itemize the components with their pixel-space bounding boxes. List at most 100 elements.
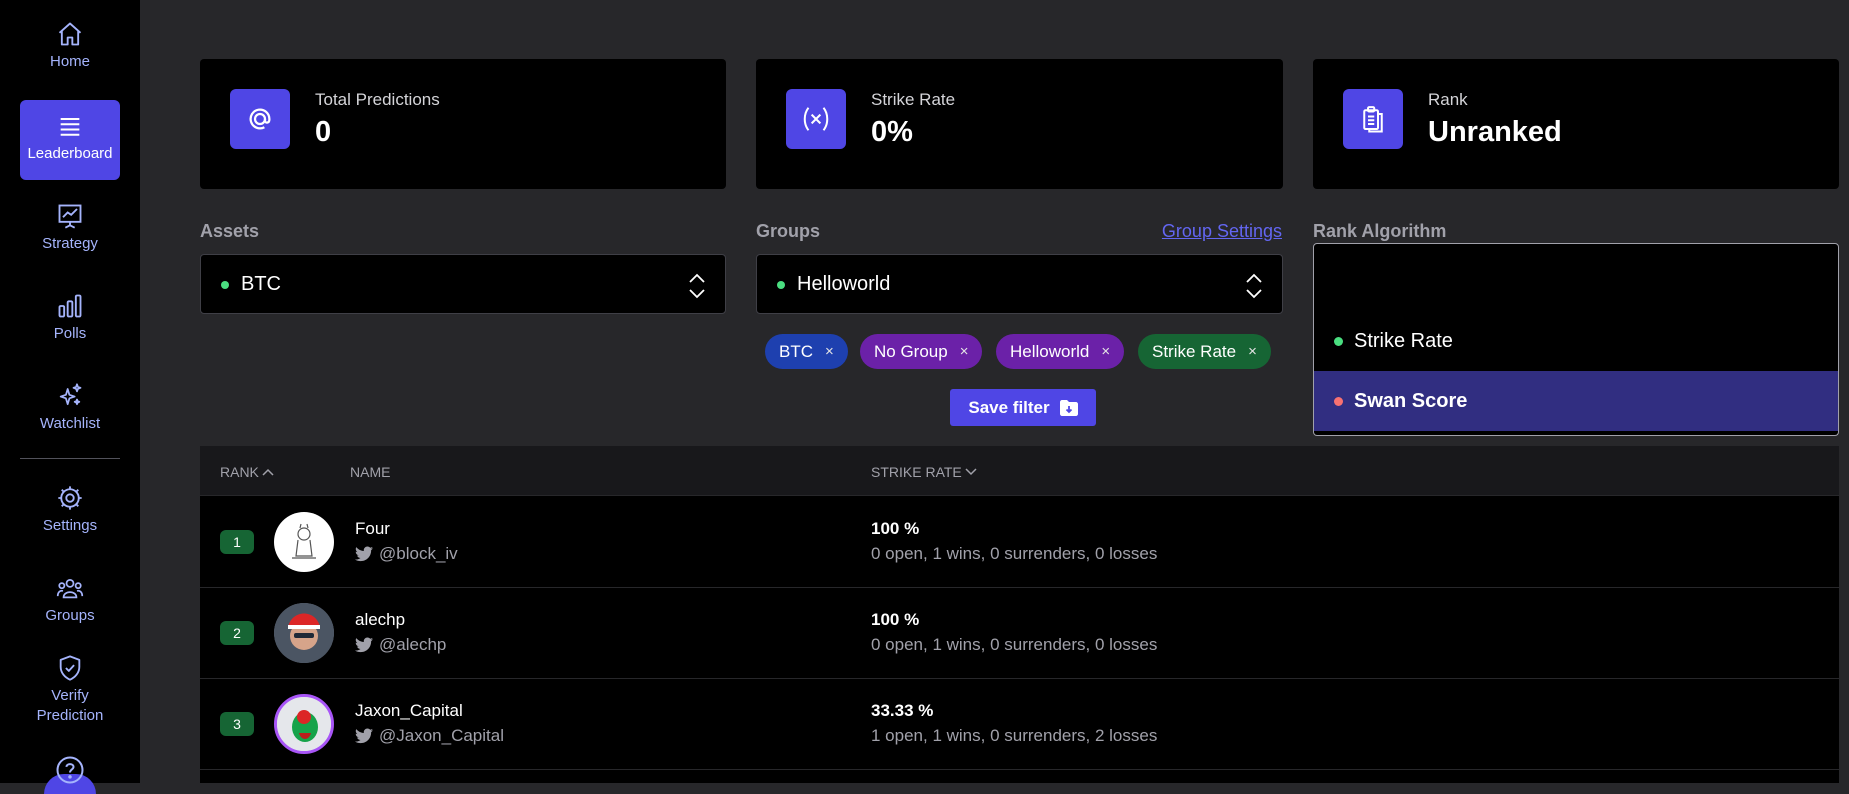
bar-chart-icon bbox=[58, 294, 82, 318]
handle-text: @Jaxon_Capital bbox=[379, 726, 504, 745]
presentation-chart-icon bbox=[58, 204, 82, 229]
filter-chip-strike-rate: Strike Rate × bbox=[1138, 334, 1271, 369]
strike-rate-label: Strike Rate bbox=[871, 90, 956, 109]
sidebar-item-label: Watchlist bbox=[39, 415, 101, 432]
selector-icon bbox=[689, 273, 705, 299]
rank-badge: 2 bbox=[220, 621, 254, 645]
option-label: Swan Score bbox=[1354, 389, 1468, 412]
sidebar: Home Leaderboard Strategy Polls Watchlis… bbox=[0, 0, 140, 794]
prediction-stats: 0 open, 1 wins, 0 surrenders, 0 losses bbox=[871, 544, 1158, 563]
save-filter-label: Save filter bbox=[968, 397, 1050, 417]
assets-select[interactable]: BTC bbox=[200, 254, 726, 314]
sidebar-item-label: Groups bbox=[45, 607, 95, 624]
rank-icon-box bbox=[1343, 89, 1403, 149]
table-header: RANK NAME STRIKE RATE bbox=[200, 446, 1839, 496]
help-icon[interactable] bbox=[55, 755, 85, 785]
menu-icon bbox=[60, 117, 80, 136]
column-label: RANK bbox=[220, 464, 259, 480]
users-icon bbox=[56, 578, 84, 599]
sidebar-item-label: Settings bbox=[42, 517, 98, 534]
table-row[interactable]: 1 Four @block_iv 100 % 0 open, 1 wins, 0… bbox=[200, 497, 1839, 588]
chip-label: No Group bbox=[874, 341, 948, 361]
rank-algorithm-label: Rank Algorithm bbox=[1313, 221, 1447, 241]
sidebar-item-verify-prediction[interactable]: Verify Prediction bbox=[20, 654, 120, 726]
remove-chip-icon[interactable]: × bbox=[960, 343, 969, 360]
group-settings-link[interactable]: Group Settings bbox=[1162, 221, 1282, 242]
user-name[interactable]: Jaxon_Capital bbox=[355, 701, 463, 721]
avatar-photo bbox=[277, 697, 331, 751]
rank-card: Rank Unranked bbox=[1313, 59, 1839, 189]
rank-badge: 3 bbox=[220, 712, 254, 736]
remove-chip-icon[interactable]: × bbox=[1101, 343, 1110, 360]
handle-text: @alechp bbox=[379, 635, 447, 654]
sidebar-item-label: Verify Prediction bbox=[36, 687, 104, 724]
rank-value: Unranked bbox=[1428, 116, 1562, 148]
rank-algorithm-option-strike-rate[interactable]: Strike Rate bbox=[1314, 311, 1838, 371]
sidebar-item-home[interactable]: Home bbox=[20, 20, 120, 72]
avatar bbox=[274, 694, 334, 754]
sidebar-item-leaderboard[interactable]: Leaderboard bbox=[20, 100, 120, 180]
total-predictions-card: Total Predictions 0 bbox=[200, 59, 726, 189]
remove-chip-icon[interactable]: × bbox=[825, 343, 834, 360]
strike-rate-column-header[interactable]: STRIKE RATE bbox=[871, 464, 977, 480]
twitter-icon bbox=[355, 546, 373, 562]
clipboard-icon bbox=[1363, 106, 1383, 133]
column-label: STRIKE RATE bbox=[871, 464, 962, 480]
variable-icon bbox=[803, 107, 829, 131]
avatar-photo bbox=[274, 603, 334, 663]
strike-rate-card: Strike Rate 0% bbox=[756, 59, 1283, 189]
user-name[interactable]: Four bbox=[355, 519, 390, 539]
remove-chip-icon[interactable]: × bbox=[1248, 343, 1257, 360]
rank-column-header[interactable]: RANK bbox=[220, 464, 274, 480]
status-dot bbox=[221, 281, 229, 289]
home-icon bbox=[58, 22, 82, 46]
filter-chip-no-group: No Group × bbox=[860, 334, 983, 369]
selector-icon bbox=[1246, 273, 1262, 299]
rank-algorithm-listbox: Strike Rate Swan Score bbox=[1313, 306, 1839, 436]
shield-check-icon bbox=[59, 655, 81, 681]
assets-select-value: BTC bbox=[241, 273, 281, 295]
sidebar-item-watchlist[interactable]: Watchlist bbox=[20, 382, 120, 434]
name-column-header: NAME bbox=[350, 464, 390, 480]
sidebar-divider bbox=[20, 458, 120, 459]
gear-icon bbox=[58, 486, 82, 510]
chip-label: Helloworld bbox=[1010, 341, 1090, 361]
folder-download-icon bbox=[1059, 399, 1078, 416]
avatar-sketch bbox=[292, 523, 316, 559]
user-handle[interactable]: @Jaxon_Capital bbox=[355, 726, 504, 746]
sparkles-icon bbox=[59, 383, 82, 406]
total-predictions-value: 0 bbox=[315, 116, 332, 148]
total-predictions-icon-box bbox=[230, 89, 290, 149]
table-row[interactable]: 3 Jaxon_Capital @Jaxon_Capital 33.33 % 1… bbox=[200, 679, 1839, 770]
filter-chip-helloworld: Helloworld × bbox=[996, 334, 1125, 369]
total-predictions-label: Total Predictions bbox=[315, 90, 440, 109]
chip-label: BTC bbox=[779, 341, 813, 361]
strike-rate-icon-box bbox=[786, 89, 846, 149]
chip-label: Strike Rate bbox=[1152, 341, 1237, 361]
strike-rate-value: 100 % bbox=[871, 610, 920, 629]
rank-algorithm-option-swan-score[interactable]: Swan Score bbox=[1314, 371, 1838, 431]
sidebar-item-settings[interactable]: Settings bbox=[20, 484, 120, 536]
avatar bbox=[274, 512, 334, 572]
user-handle[interactable]: @alechp bbox=[355, 635, 446, 655]
sidebar-item-label: Strategy bbox=[42, 235, 98, 252]
user-name[interactable]: alechp bbox=[355, 610, 405, 630]
groups-select-value: Helloworld bbox=[797, 273, 891, 295]
groups-select[interactable]: Helloworld bbox=[756, 254, 1283, 314]
sidebar-item-groups[interactable]: Groups bbox=[20, 574, 120, 626]
avatar bbox=[274, 603, 334, 663]
sidebar-item-polls[interactable]: Polls bbox=[20, 292, 120, 344]
rank-algorithm-input[interactable] bbox=[1313, 243, 1839, 307]
user-handle[interactable]: @block_iv bbox=[355, 544, 458, 564]
status-dot bbox=[1334, 397, 1343, 406]
chevron-down-icon bbox=[965, 468, 977, 476]
prediction-stats: 0 open, 1 wins, 0 surrenders, 0 losses bbox=[871, 635, 1158, 654]
handle-text: @block_iv bbox=[379, 544, 458, 563]
sidebar-item-strategy[interactable]: Strategy bbox=[20, 202, 120, 254]
prediction-stats: 1 open, 1 wins, 0 surrenders, 2 losses bbox=[871, 726, 1158, 745]
at-icon bbox=[249, 108, 271, 130]
save-filter-button[interactable]: Save filter bbox=[950, 389, 1096, 426]
table-row[interactable]: 2 alechp @alechp 100 % 0 open, 1 wins, 0… bbox=[200, 588, 1839, 679]
filter-chip-btc: BTC × bbox=[765, 334, 848, 369]
sidebar-item-label: Polls bbox=[53, 325, 87, 342]
